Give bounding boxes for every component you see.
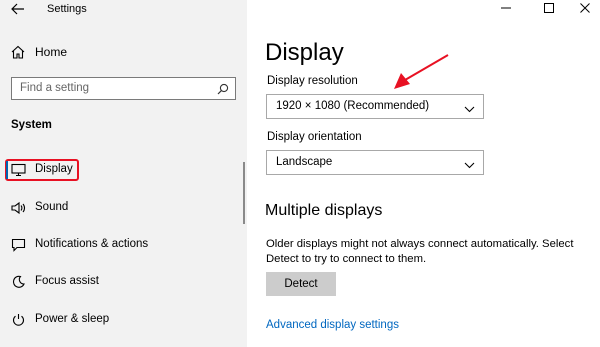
- monitor-icon: [11, 163, 26, 182]
- sidebar-item-home[interactable]: Home: [0, 40, 247, 64]
- sidebar-item-power-sleep[interactable]: Power & sleep: [0, 307, 240, 333]
- sidebar-item-display[interactable]: Display: [0, 157, 240, 183]
- search-input[interactable]: Find a setting: [11, 77, 236, 100]
- sidebar-item-label: Power & sleep: [35, 313, 110, 325]
- sidebar-item-label: Display: [35, 163, 73, 175]
- minimize-button[interactable]: [496, 0, 516, 16]
- notification-icon: [11, 238, 26, 257]
- home-icon: [11, 45, 25, 64]
- moon-icon: [11, 275, 26, 294]
- chevron-down-icon: [464, 157, 475, 175]
- search-placeholder: Find a setting: [20, 82, 90, 94]
- active-indicator: [6, 161, 8, 179]
- chevron-down-icon: [464, 101, 475, 119]
- speaker-icon: [11, 201, 26, 220]
- back-arrow-icon: [11, 3, 24, 15]
- close-icon: [580, 3, 590, 13]
- maximize-button[interactable]: [539, 0, 559, 16]
- sidebar-item-label: Home: [35, 45, 68, 59]
- sidebar-item-notifications[interactable]: Notifications & actions: [0, 232, 240, 258]
- page-title: Display: [265, 39, 344, 66]
- sidebar-item-label: Focus assist: [35, 275, 99, 287]
- advanced-display-settings-link[interactable]: Advanced display settings: [266, 319, 399, 331]
- power-icon: [11, 313, 26, 332]
- orientation-label: Display orientation: [267, 131, 362, 143]
- description-text: Older displays might not always connect …: [266, 238, 574, 265]
- sidebar-scrollbar[interactable]: [243, 162, 245, 224]
- orientation-dropdown[interactable]: Landscape: [266, 150, 484, 175]
- minimize-icon: [501, 7, 511, 9]
- resolution-label: Display resolution: [267, 75, 358, 87]
- close-button[interactable]: [575, 0, 595, 16]
- resolution-dropdown[interactable]: 1920 × 1080 (Recommended): [266, 94, 484, 119]
- maximize-icon: [544, 3, 554, 13]
- search-icon: [217, 82, 229, 100]
- back-button[interactable]: [8, 0, 28, 18]
- sidebar-item-sound[interactable]: Sound: [0, 195, 240, 221]
- sidebar-item-label: Notifications & actions: [35, 238, 149, 250]
- orientation-value: Landscape: [276, 156, 333, 168]
- resolution-value: 1920 × 1080 (Recommended): [276, 100, 430, 112]
- section-title: System: [11, 119, 52, 131]
- sidebar-item-focus-assist[interactable]: Focus assist: [0, 269, 240, 295]
- app-title: Settings: [47, 3, 87, 15]
- sidebar: Settings Home Find a setting System Disp…: [0, 0, 247, 347]
- detect-button[interactable]: Detect: [266, 272, 336, 296]
- sidebar-item-label: Sound: [35, 201, 69, 213]
- section-heading: Multiple displays: [265, 202, 383, 219]
